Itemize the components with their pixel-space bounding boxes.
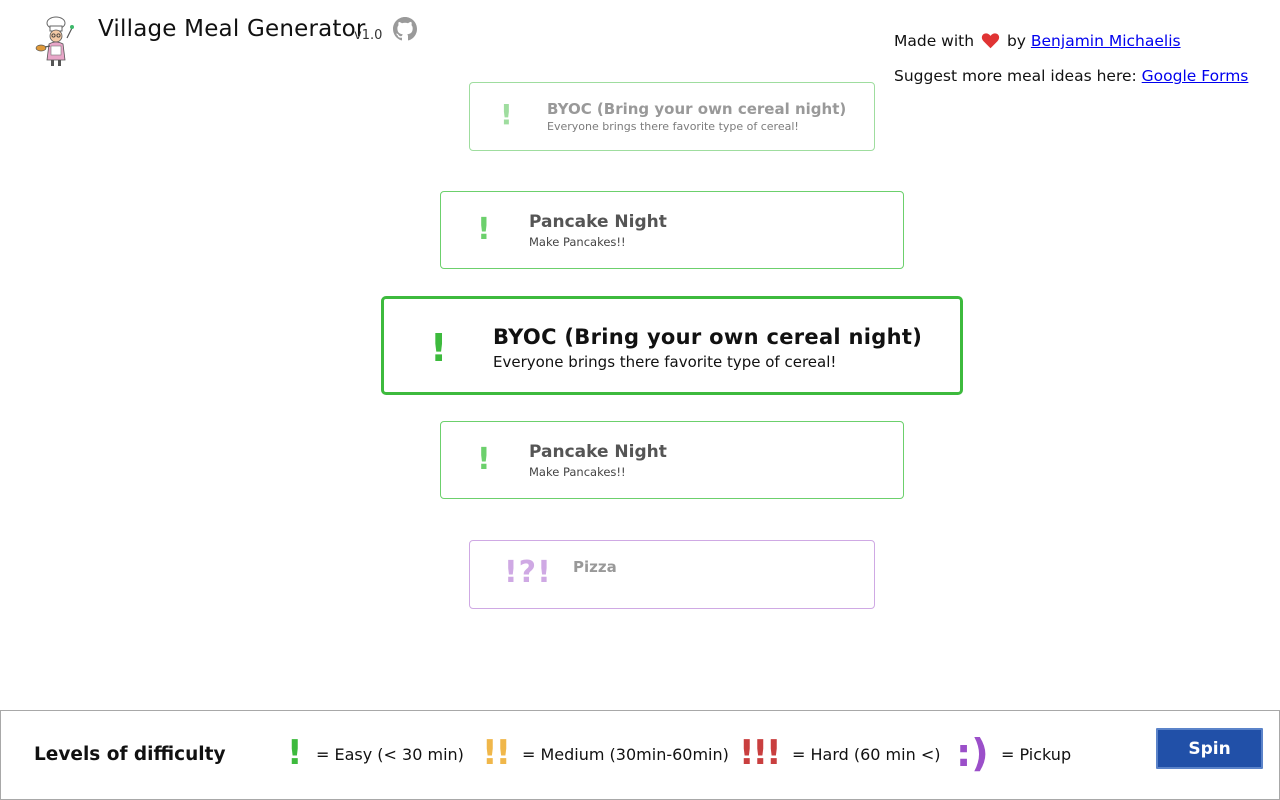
- author-link[interactable]: Benjamin Michaelis: [1031, 32, 1181, 50]
- meal-title: BYOC (Bring your own cereal night): [493, 325, 923, 349]
- meal-title: Pancake Night: [529, 212, 667, 232]
- hard-label: = Hard (60 min <): [792, 745, 941, 764]
- meal-description: Make Pancakes!!: [529, 235, 626, 249]
- meal-card: ! BYOC (Bring your own cereal night) Eve…: [469, 82, 875, 151]
- heart-icon: [981, 32, 1000, 49]
- difficulty-mark: !: [430, 326, 448, 370]
- easy-label: = Easy (< 30 min): [316, 745, 464, 764]
- easy-mark: !: [287, 733, 303, 773]
- spin-button[interactable]: Spin: [1156, 728, 1263, 769]
- meal-description: Make Pancakes!!: [529, 465, 626, 479]
- medium-label: = Medium (30min-60min): [522, 745, 729, 764]
- app-title: Village Meal Generator: [98, 16, 366, 42]
- difficulty-mark: !?!: [504, 555, 552, 590]
- by-text: by: [1006, 32, 1026, 50]
- suggest-text: Suggest more meal ideas here:: [894, 67, 1137, 85]
- legend-title: Levels of difficulty: [34, 744, 226, 765]
- made-with-text: Made with: [894, 32, 975, 50]
- suggest-line: Suggest more meal ideas here: Google For…: [894, 67, 1248, 102]
- google-forms-link[interactable]: Google Forms: [1142, 67, 1249, 85]
- meal-title: Pizza: [573, 558, 617, 576]
- selected-meal-card: ! BYOC (Bring your own cereal night) Eve…: [381, 296, 963, 395]
- hard-mark: !!!: [739, 733, 782, 773]
- pickup-mark: :): [956, 731, 989, 775]
- difficulty-mark: !: [477, 442, 491, 477]
- chef-logo-icon: [34, 14, 78, 68]
- medium-mark: !!: [482, 733, 511, 773]
- difficulty-mark: !: [477, 212, 491, 247]
- meal-card: ! Pancake Night Make Pancakes!!: [440, 191, 904, 269]
- credits: Made with by Benjamin Michaelis Suggest …: [894, 32, 1248, 102]
- meal-card: !?! Pizza: [469, 540, 875, 609]
- meal-description: Everyone brings there favorite type of c…: [493, 353, 837, 371]
- pickup-label: = Pickup: [1001, 745, 1072, 764]
- meal-title: Pancake Night: [529, 442, 667, 462]
- difficulty-legend: Levels of difficulty ! = Easy (< 30 min)…: [0, 710, 1280, 800]
- meal-title: BYOC (Bring your own cereal night): [547, 100, 847, 118]
- github-icon[interactable]: [393, 17, 417, 41]
- made-with-line: Made with by Benjamin Michaelis: [894, 32, 1248, 67]
- difficulty-mark: !: [500, 98, 513, 131]
- app-version: v1.0: [354, 28, 383, 43]
- meal-card: ! Pancake Night Make Pancakes!!: [440, 421, 904, 499]
- meal-description: Everyone brings there favorite type of c…: [547, 120, 799, 133]
